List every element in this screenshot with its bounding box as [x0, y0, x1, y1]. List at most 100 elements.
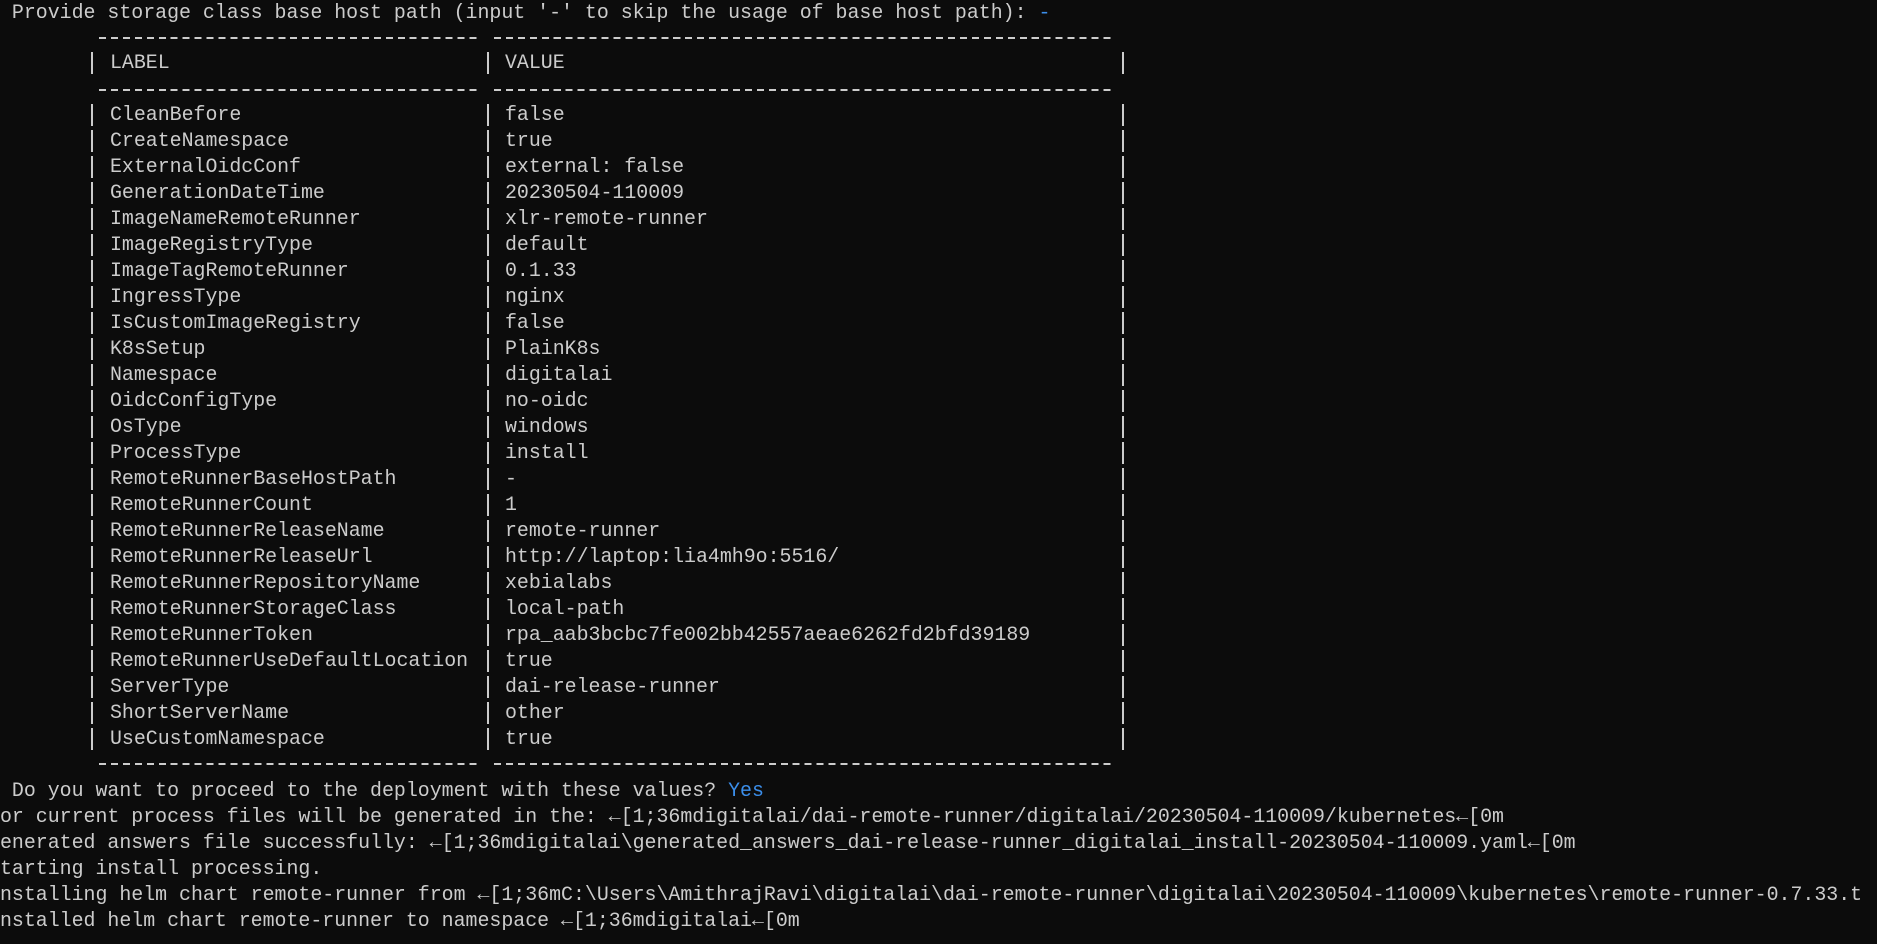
row-value: nginx [505, 285, 565, 308]
row-label: ProcessType [110, 441, 242, 464]
row-border-right [1122, 286, 1124, 308]
row-border-middle [487, 598, 489, 620]
row-label: ServerType [110, 675, 230, 698]
row-border-right [1122, 728, 1124, 750]
row-border-middle [487, 494, 489, 516]
row-label: RemoteRunnerUseDefaultLocation [110, 649, 469, 672]
row-border-middle [487, 364, 489, 386]
storage-path-prompt: Provide storage class base host path (in… [0, 0, 1050, 26]
row-border-left [91, 390, 93, 412]
row-label: GenerationDateTime [110, 181, 325, 204]
row-border-left [91, 442, 93, 464]
table-top-rule-label [99, 37, 479, 39]
row-border-right [1122, 156, 1124, 178]
row-border-middle [487, 130, 489, 152]
row-value: windows [505, 415, 589, 438]
row-border-left [91, 728, 93, 750]
row-value: digitalai [505, 363, 613, 386]
row-value: true [505, 727, 553, 750]
row-border-middle [487, 520, 489, 542]
table-header-label: LABEL [110, 51, 170, 74]
row-value: PlainK8s [505, 337, 601, 360]
row-border-right [1122, 520, 1124, 542]
row-label: RemoteRunnerCount [110, 493, 313, 516]
row-label: RemoteRunnerToken [110, 623, 313, 646]
row-value: other [505, 701, 565, 724]
row-label: IngressType [110, 285, 242, 308]
row-border-left [91, 598, 93, 620]
row-border-right [1122, 364, 1124, 386]
row-border-right [1122, 494, 1124, 516]
row-border-right [1122, 676, 1124, 698]
row-border-right [1122, 442, 1124, 464]
row-border-middle [487, 208, 489, 230]
row-value: xlr-remote-runner [505, 207, 708, 230]
row-value: no-oidc [505, 389, 589, 412]
row-border-middle [487, 234, 489, 256]
row-border-left [91, 234, 93, 256]
row-label: OidcConfigType [110, 389, 278, 412]
output-line: nstalling helm chart remote-runner from … [0, 883, 1863, 906]
table-bottom-rule-label [99, 763, 479, 765]
table-header-value: VALUE [505, 51, 565, 74]
row-border-middle [487, 416, 489, 438]
row-border-left [91, 702, 93, 724]
row-border-right [1122, 234, 1124, 256]
row-label: CreateNamespace [110, 129, 290, 152]
row-border-left [91, 312, 93, 334]
row-value: xebialabs [505, 571, 613, 594]
row-value: http://laptop:lia4mh9o:5516/ [505, 545, 840, 568]
table-border-middle [487, 52, 489, 74]
row-value: external: false [505, 155, 685, 178]
row-border-middle [487, 572, 489, 594]
row-label: RemoteRunnerReleaseUrl [110, 545, 373, 568]
row-value: 1 [505, 493, 517, 516]
row-border-middle [487, 182, 489, 204]
row-value: local-path [505, 597, 625, 620]
row-border-left [91, 364, 93, 386]
row-border-right [1122, 130, 1124, 152]
row-border-right [1122, 598, 1124, 620]
terminal-window[interactable]: Provide storage class base host path (in… [0, 0, 1877, 944]
output-line: nstalled helm chart remote-runner to nam… [0, 909, 800, 932]
row-value: true [505, 649, 553, 672]
row-border-right [1122, 104, 1124, 126]
row-border-left [91, 676, 93, 698]
table-border-right [1122, 52, 1124, 74]
row-value: true [505, 129, 553, 152]
row-border-right [1122, 390, 1124, 412]
proceed-prompt: Do you want to proceed to the deployment… [0, 778, 764, 804]
row-border-left [91, 260, 93, 282]
row-border-right [1122, 572, 1124, 594]
table-top-rule-value [494, 37, 1114, 39]
row-border-left [91, 650, 93, 672]
row-value: 0.1.33 [505, 259, 577, 282]
row-border-right [1122, 208, 1124, 230]
row-border-left [91, 208, 93, 230]
row-label: CleanBefore [110, 103, 242, 126]
row-label: ImageTagRemoteRunner [110, 259, 349, 282]
row-border-left [91, 520, 93, 542]
row-border-middle [487, 312, 489, 334]
row-border-right [1122, 468, 1124, 490]
row-border-middle [487, 624, 489, 646]
row-label: ImageNameRemoteRunner [110, 207, 361, 230]
row-border-middle [487, 104, 489, 126]
row-border-middle [487, 442, 489, 464]
row-border-middle [487, 260, 489, 282]
row-border-middle [487, 156, 489, 178]
values-table: LABEL VALUE CleanBefore false CreateNamesp… [0, 37, 1877, 765]
row-border-middle [487, 676, 489, 698]
proceed-answer: Yes [728, 779, 764, 802]
row-border-left [91, 468, 93, 490]
table-header-rule-value [494, 89, 1114, 91]
row-value: install [505, 441, 589, 464]
table-border-left [91, 52, 93, 74]
row-label: Namespace [110, 363, 218, 386]
row-value: false [505, 311, 565, 334]
row-border-left [91, 572, 93, 594]
row-border-right [1122, 624, 1124, 646]
row-border-left [91, 130, 93, 152]
row-label: ShortServerName [110, 701, 290, 724]
row-value: - [505, 467, 517, 490]
